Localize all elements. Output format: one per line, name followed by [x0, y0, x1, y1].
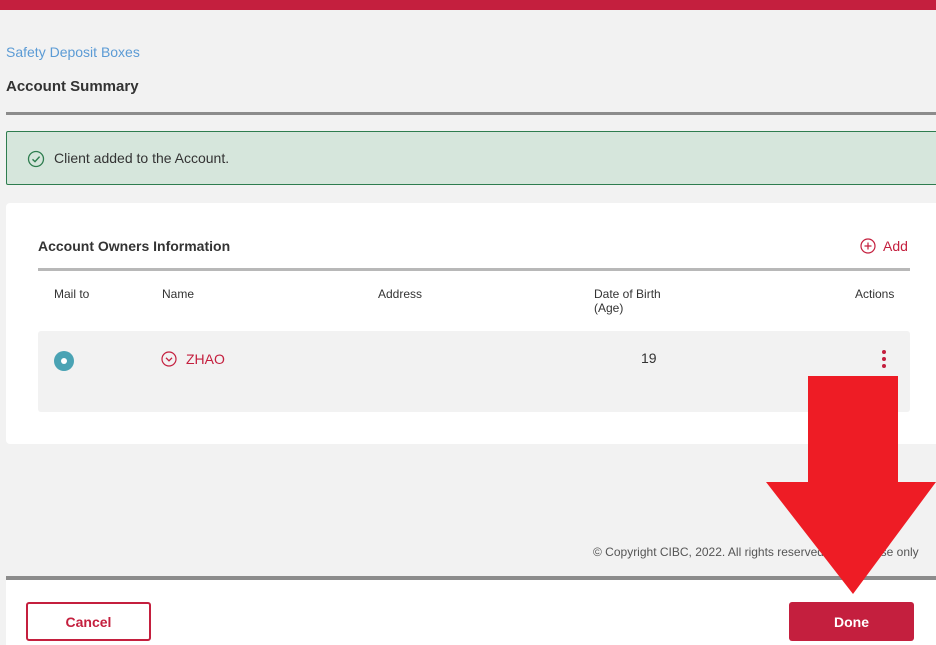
add-owner-button[interactable]: Add [860, 238, 908, 254]
owner-age: 19 [641, 350, 657, 366]
column-header-mail-to: Mail to [54, 287, 90, 301]
owner-name-expander[interactable]: ZHAO [161, 351, 225, 367]
dob-header-line1: Date of Birth [594, 287, 661, 301]
account-owners-card: Account Owners Information Add Mail to N… [6, 203, 936, 444]
breadcrumb-safety-deposit-boxes[interactable]: Safety Deposit Boxes [6, 44, 140, 60]
footer-bar: Cancel Done [6, 576, 936, 645]
table-row: ZHAO 19 [38, 331, 910, 412]
top-brand-bar [0, 0, 936, 10]
owner-name: ZHAO [186, 351, 225, 367]
title-divider [6, 112, 936, 115]
section-divider [38, 268, 910, 271]
alert-message: Client added to the Account. [54, 150, 230, 166]
column-header-address: Address [378, 287, 423, 301]
copyright-text: © Copyright CIBC, 2022. All rights reser… [593, 545, 919, 559]
mail-to-radio[interactable] [54, 351, 74, 371]
column-header-date-of-birth: Date of Birth (Age) [594, 287, 661, 315]
page-title: Account Summary [6, 78, 139, 95]
column-header-name: Name [162, 287, 195, 301]
check-circle-icon [27, 150, 45, 168]
chevron-down-circle-icon [161, 351, 177, 367]
done-button[interactable]: Done [789, 602, 914, 641]
more-actions-icon[interactable] [880, 349, 888, 369]
plus-circle-icon [860, 238, 876, 254]
success-alert: Client added to the Account. [6, 131, 936, 185]
dob-header-line2: (Age) [594, 301, 624, 315]
cancel-button[interactable]: Cancel [26, 602, 151, 641]
add-label: Add [883, 238, 908, 254]
column-header-actions: Actions [855, 287, 895, 301]
section-title: Account Owners Information [38, 238, 231, 254]
